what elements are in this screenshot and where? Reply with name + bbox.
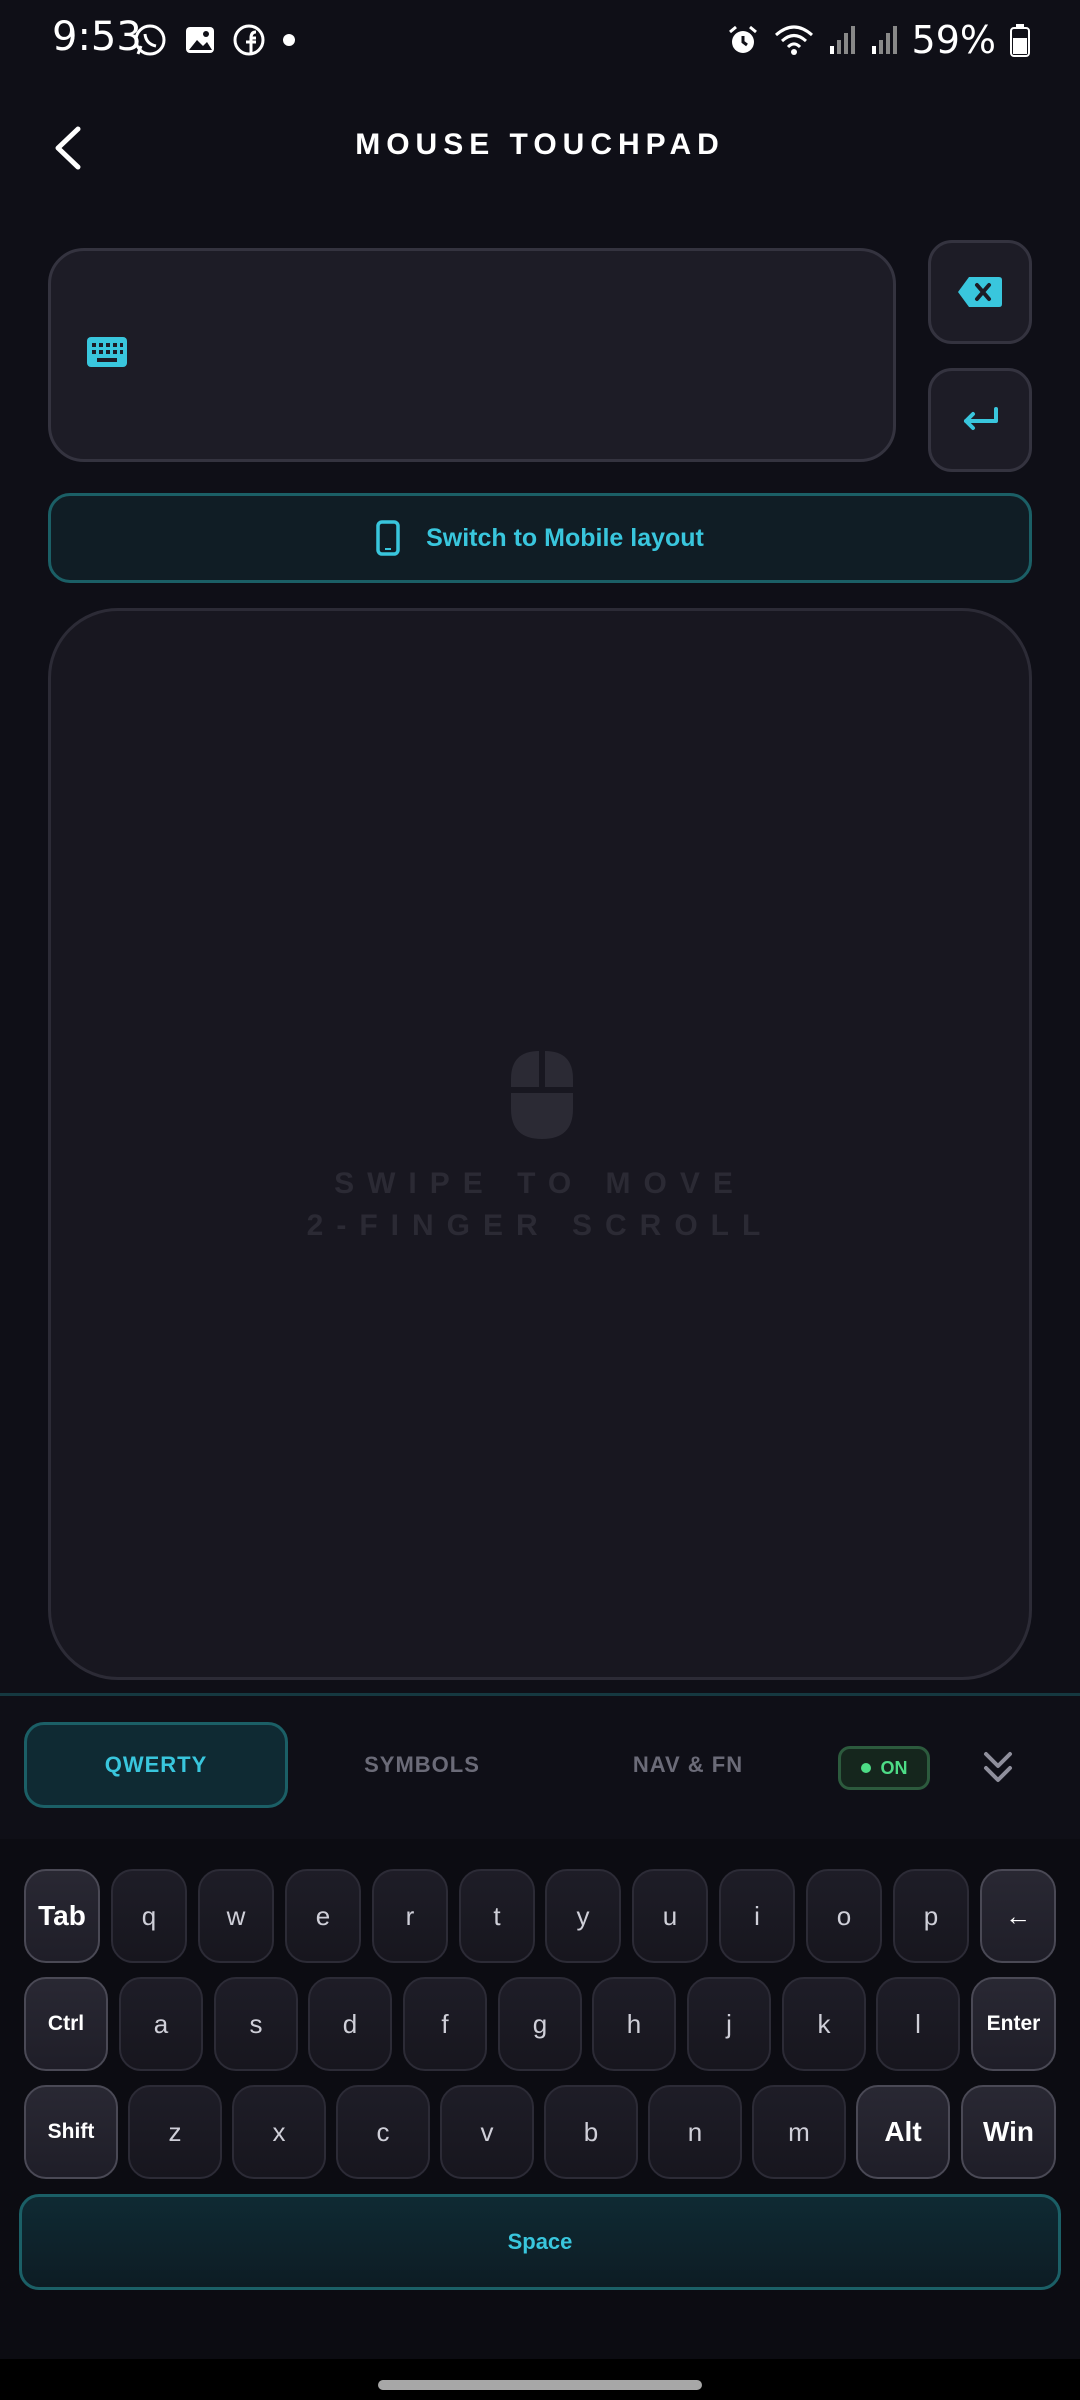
key-o[interactable]: o <box>806 1869 882 1963</box>
backspace-button[interactable] <box>928 240 1032 344</box>
mouse-icon <box>511 1051 573 1139</box>
page-title: MOUSE TOUCHPAD <box>355 128 725 161</box>
toggle-on-badge[interactable]: ON <box>838 1746 930 1790</box>
key-u[interactable]: u <box>632 1869 708 1963</box>
key-q[interactable]: q <box>111 1869 187 1963</box>
home-gesture-handle[interactable] <box>378 2380 702 2390</box>
keyboard: Tab q w e r t y u i o p ← Ctrl a s d f g… <box>0 1839 1080 2359</box>
key-shift[interactable]: Shift <box>24 2085 118 2179</box>
touchpad-hint-line2: 2-FINGER SCROLL <box>306 1209 774 1242</box>
key-b[interactable]: b <box>544 2085 638 2179</box>
key-space[interactable]: Space <box>19 2194 1061 2290</box>
double-chevron-down-icon <box>984 1752 1012 1782</box>
dot-icon <box>283 34 295 46</box>
collapse-keyboard-button[interactable] <box>970 1740 1026 1801</box>
key-p[interactable]: p <box>893 1869 969 1963</box>
keyboard-icon <box>87 337 127 367</box>
key-enter[interactable]: Enter <box>971 1977 1056 2071</box>
key-k[interactable]: k <box>782 1977 866 2071</box>
key-x[interactable]: x <box>232 2085 326 2179</box>
enter-button[interactable] <box>928 368 1032 472</box>
key-l[interactable]: l <box>876 1977 960 2071</box>
signal-icon <box>829 26 855 54</box>
signal-icon <box>871 26 897 54</box>
key-g[interactable]: g <box>498 1977 582 2071</box>
key-tab[interactable]: Tab <box>24 1869 100 1963</box>
wifi-icon <box>774 25 813 55</box>
touchpad-hint-line1: SWIPE TO MOVE <box>334 1167 746 1200</box>
key-i[interactable]: i <box>719 1869 795 1963</box>
keyboard-mode-tabs: QWERTY SYMBOLS NAV & FN ON <box>0 1696 1080 1839</box>
key-alt[interactable]: Alt <box>856 2085 950 2179</box>
alarm-icon <box>728 25 757 53</box>
whatsapp-icon <box>134 24 166 56</box>
text-input-field[interactable] <box>48 248 896 462</box>
system-nav-bar <box>0 2359 1080 2400</box>
key-n[interactable]: n <box>648 2085 742 2179</box>
toggle-label: ON <box>880 1757 908 1778</box>
key-w[interactable]: w <box>198 1869 274 1963</box>
switch-layout-label: Switch to Mobile layout <box>426 523 704 552</box>
key-h[interactable]: h <box>592 1977 676 2071</box>
key-t[interactable]: t <box>459 1869 535 1963</box>
key-y[interactable]: y <box>545 1869 621 1963</box>
key-j[interactable]: j <box>687 1977 771 2071</box>
battery-icon <box>1010 24 1030 57</box>
key-win[interactable]: Win <box>961 2085 1056 2179</box>
enter-arrow-icon <box>964 407 998 430</box>
key-a[interactable]: a <box>119 1977 203 2071</box>
key-d[interactable]: d <box>308 1977 392 2071</box>
tab-symbols[interactable]: SYMBOLS <box>290 1722 554 1808</box>
key-f[interactable]: f <box>403 1977 487 2071</box>
gallery-icon <box>186 27 214 53</box>
key-r[interactable]: r <box>372 1869 448 1963</box>
status-time: 9:53 <box>52 14 142 60</box>
status-notification-icons <box>132 22 296 58</box>
key-c[interactable]: c <box>336 2085 430 2179</box>
touchpad-area[interactable]: SWIPE TO MOVE 2-FINGER SCROLL <box>48 608 1032 1680</box>
key-backspace[interactable]: ← <box>980 1869 1056 1963</box>
backspace-icon <box>958 277 1002 307</box>
key-s[interactable]: s <box>214 1977 298 2071</box>
key-ctrl[interactable]: Ctrl <box>24 1977 108 2071</box>
battery-percent: 59% <box>911 18 996 62</box>
facebook-icon <box>233 24 265 56</box>
key-e[interactable]: e <box>285 1869 361 1963</box>
key-v[interactable]: v <box>440 2085 534 2179</box>
status-system-icons: 59% <box>726 18 1030 62</box>
status-dot <box>860 1763 871 1773</box>
switch-layout-button[interactable]: Switch to Mobile layout <box>48 493 1032 583</box>
phone-icon <box>376 520 400 556</box>
key-m[interactable]: m <box>752 2085 846 2179</box>
key-z[interactable]: z <box>128 2085 222 2179</box>
tab-nav-fn[interactable]: NAV & FN <box>556 1722 820 1808</box>
tab-qwerty[interactable]: QWERTY <box>24 1722 288 1808</box>
